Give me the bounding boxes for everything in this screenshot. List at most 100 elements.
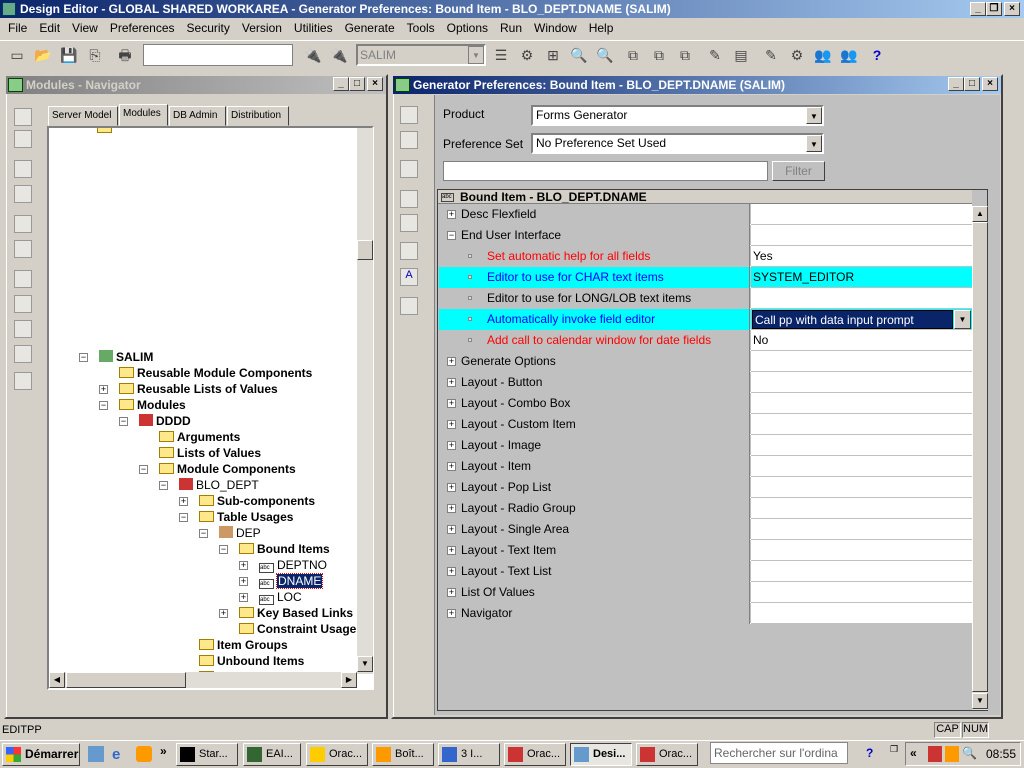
property-row[interactable]: + Layout - Single Area bbox=[439, 519, 972, 540]
desktop-icon[interactable] bbox=[88, 746, 104, 762]
expand-icon[interactable]: + bbox=[239, 561, 248, 570]
tree-vertical-scrollbar[interactable] bbox=[357, 128, 373, 674]
property-value-cell[interactable] bbox=[751, 561, 972, 582]
property-row[interactable]: Add call to calendar window for date fie… bbox=[439, 330, 972, 351]
collapse-icon[interactable]: − bbox=[179, 513, 188, 522]
new-icon[interactable]: ▭ bbox=[6, 44, 28, 66]
export-icon[interactable] bbox=[14, 345, 32, 363]
user-select[interactable]: SALIM ▼ bbox=[356, 44, 486, 66]
grid-vscroll-thumb[interactable] bbox=[972, 222, 988, 692]
tab-modules[interactable]: Modules bbox=[119, 104, 168, 126]
property-value-cell[interactable] bbox=[751, 288, 972, 309]
print-icon[interactable]: 🖶 bbox=[114, 44, 136, 66]
tree-item[interactable]: Lists of Values bbox=[159, 445, 261, 461]
expand-icon[interactable] bbox=[14, 215, 32, 233]
expand-icon[interactable]: + bbox=[99, 385, 108, 394]
property-row[interactable]: Set automatic help for all fields Yes bbox=[439, 246, 972, 267]
copy-icon[interactable] bbox=[400, 131, 418, 149]
taskbar-button[interactable]: 3 I... bbox=[438, 743, 500, 766]
edit-icon[interactable]: ✎ bbox=[704, 44, 726, 66]
property-value-cell[interactable] bbox=[751, 414, 972, 435]
generate-icon[interactable]: ⚙ bbox=[786, 44, 808, 66]
tab-distribution[interactable]: Distribution bbox=[227, 106, 289, 126]
expand-icon[interactable]: + bbox=[447, 525, 456, 534]
property-value-cell[interactable] bbox=[751, 519, 972, 540]
expand-icon[interactable]: + bbox=[447, 399, 456, 408]
property-value-cell[interactable] bbox=[751, 582, 972, 603]
tab-db-admin[interactable]: DB Admin bbox=[169, 106, 226, 126]
property-row[interactable]: + Layout - Item bbox=[439, 456, 972, 477]
delete-icon[interactable] bbox=[14, 130, 32, 148]
property-value-cell[interactable]: ▼ Call pp with data input prompt bbox=[751, 309, 972, 330]
diagram3-icon[interactable]: ⧉ bbox=[674, 44, 696, 66]
expand-icon[interactable]: + bbox=[447, 462, 456, 471]
expand-icon[interactable]: + bbox=[179, 497, 188, 506]
refresh-icon[interactable] bbox=[400, 160, 418, 178]
property-row[interactable]: + List Of Values bbox=[439, 582, 972, 603]
move-icon[interactable] bbox=[400, 190, 418, 208]
expand-icon[interactable]: + bbox=[239, 593, 248, 602]
collapse-icon[interactable]: − bbox=[119, 417, 128, 426]
expand-icon[interactable]: + bbox=[447, 210, 456, 219]
collapse-icon[interactable]: − bbox=[199, 529, 208, 538]
property-value-cell[interactable] bbox=[751, 477, 972, 498]
tree-item[interactable]: Sub-components bbox=[199, 493, 315, 509]
taskbar-button[interactable]: Desi... bbox=[570, 743, 632, 766]
taskbar-button[interactable]: Boît... bbox=[372, 743, 434, 766]
users2-icon[interactable]: 👥 bbox=[838, 44, 860, 66]
tree-item[interactable]: Reusable Lists of Values bbox=[119, 381, 278, 397]
prefs-maximize-button[interactable]: □ bbox=[964, 77, 980, 91]
tree-scroll-down[interactable]: ▼ bbox=[357, 656, 373, 672]
expand-icon[interactable]: + bbox=[219, 609, 228, 618]
property-row[interactable]: + Desc Flexfield bbox=[439, 204, 972, 225]
collapse-icon[interactable] bbox=[14, 240, 32, 258]
property-row[interactable]: + Layout - Button bbox=[439, 372, 972, 393]
taskbar-button[interactable]: Orac... bbox=[306, 743, 368, 766]
restore-tray-icon[interactable]: ❐ bbox=[890, 744, 898, 755]
tree-hscroll-thumb[interactable] bbox=[66, 672, 186, 688]
start-button[interactable]: Démarrer bbox=[2, 743, 80, 766]
tree-scroll-left[interactable]: ◀ bbox=[49, 672, 65, 688]
property-row[interactable]: Editor to use for LONG/LOB text items bbox=[439, 288, 972, 309]
matrix-icon[interactable] bbox=[400, 297, 418, 315]
save-icon[interactable] bbox=[400, 106, 418, 124]
preference-set-select[interactable]: No Preference Set Used ▼ bbox=[531, 133, 824, 154]
property-row[interactable]: + Layout - Text Item bbox=[439, 540, 972, 561]
taskbar-button[interactable]: EAI... bbox=[243, 743, 301, 766]
add-icon[interactable] bbox=[14, 108, 32, 126]
chevron-down-icon[interactable]: ▼ bbox=[806, 107, 822, 124]
property-value-cell[interactable] bbox=[751, 351, 972, 372]
close-button[interactable]: × bbox=[1004, 2, 1020, 16]
tree-item[interactable]: Bound Items bbox=[239, 541, 330, 557]
disconnect-icon[interactable]: 🔌 bbox=[328, 44, 350, 66]
menu-help[interactable]: Help bbox=[583, 18, 620, 38]
tree-item[interactable]: SALIM bbox=[99, 349, 153, 365]
tree-item[interactable]: DDDD bbox=[139, 413, 191, 429]
property-value-cell[interactable]: Yes bbox=[751, 246, 972, 267]
tree-item[interactable]: Constraint Usages bbox=[239, 621, 363, 637]
property-value-cell[interactable] bbox=[751, 498, 972, 519]
ie-icon[interactable]: e bbox=[112, 746, 128, 763]
desktop-search-input[interactable]: Rechercher sur l'ordina bbox=[710, 742, 848, 764]
tree-item-clipped[interactable] bbox=[97, 128, 115, 136]
tree-item[interactable]: abc DEPTNO bbox=[259, 557, 327, 573]
menu-view[interactable]: View bbox=[66, 18, 104, 38]
menu-generate[interactable]: Generate bbox=[339, 18, 401, 38]
search-input[interactable] bbox=[143, 44, 293, 66]
expand-icon[interactable]: + bbox=[447, 378, 456, 387]
menu-version[interactable]: Version bbox=[236, 18, 288, 38]
more-icon[interactable]: » bbox=[160, 744, 167, 758]
checklist-icon[interactable]: ✎ bbox=[760, 44, 782, 66]
product-select[interactable]: Forms Generator ▼ bbox=[531, 105, 824, 126]
menu-options[interactable]: Options bbox=[441, 18, 494, 38]
menu-utilities[interactable]: Utilities bbox=[288, 18, 339, 38]
navigator-minimize-button[interactable]: _ bbox=[333, 77, 349, 91]
tree-item[interactable]: abc DNAME bbox=[259, 573, 324, 589]
menu-security[interactable]: Security bbox=[181, 18, 236, 38]
taskbar-button[interactable]: Orac... bbox=[504, 743, 566, 766]
zoom-in-icon[interactable]: 🔍 bbox=[568, 44, 590, 66]
taskbar-button[interactable]: Star... bbox=[176, 743, 238, 766]
menu-edit[interactable]: Edit bbox=[33, 18, 66, 38]
diagram-icon[interactable]: ⧉ bbox=[622, 44, 644, 66]
expand-icon[interactable]: + bbox=[447, 483, 456, 492]
